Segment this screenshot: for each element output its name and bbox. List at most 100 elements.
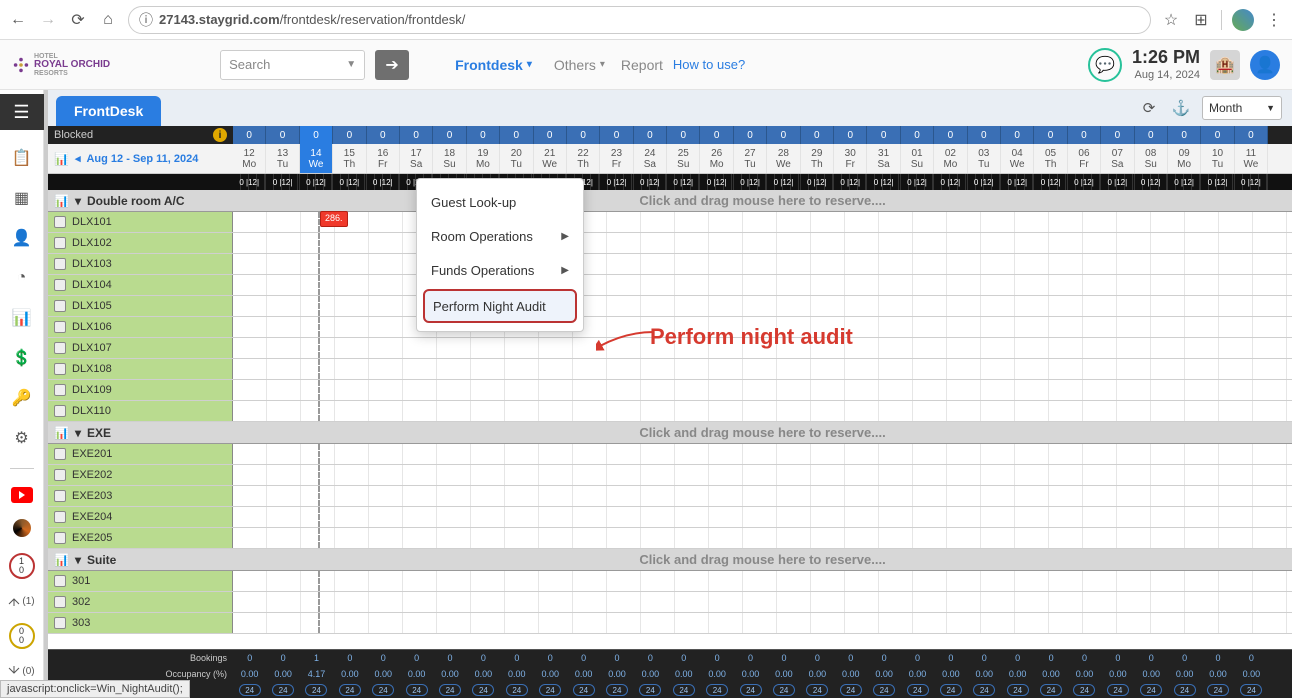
- room-timeline[interactable]: [233, 528, 1292, 548]
- date-cell[interactable]: 09Mo: [1168, 144, 1201, 173]
- reload-icon[interactable]: ⟳: [68, 10, 88, 30]
- tab-frontdesk[interactable]: FrontDesk: [56, 96, 161, 126]
- date-cell[interactable]: 25Su: [667, 144, 700, 173]
- checkbox[interactable]: [54, 363, 66, 375]
- room-label[interactable]: EXE203: [48, 486, 233, 506]
- back-icon[interactable]: ←: [8, 10, 28, 30]
- menu-howto[interactable]: How to use?: [673, 57, 745, 72]
- dropdown-item[interactable]: Perform Night Audit: [423, 289, 577, 323]
- date-cell[interactable]: 31Sa: [867, 144, 900, 173]
- room-timeline[interactable]: [233, 380, 1292, 400]
- money-icon[interactable]: 💲: [10, 346, 34, 370]
- kebab-menu-icon[interactable]: ⋮: [1264, 10, 1284, 30]
- menu-report[interactable]: Report: [621, 57, 663, 73]
- room-label[interactable]: DLX108: [48, 359, 233, 379]
- reservation-grid[interactable]: 📊▾Double room A/CClick and drag mouse he…: [48, 190, 1292, 649]
- key-icon[interactable]: 🔑: [10, 386, 34, 410]
- room-label[interactable]: DLX105: [48, 296, 233, 316]
- date-cell[interactable]: 18Su: [433, 144, 466, 173]
- arrivals-badge[interactable]: 1 0: [9, 553, 35, 579]
- checkbox[interactable]: [54, 237, 66, 249]
- checkbox[interactable]: [54, 384, 66, 396]
- menu-toggle-icon[interactable]: ☰: [0, 94, 44, 130]
- chart-icon[interactable]: 📊: [54, 152, 69, 166]
- date-cell[interactable]: 24Sa: [634, 144, 667, 173]
- date-cell[interactable]: 30Fr: [834, 144, 867, 173]
- bookmark-icon[interactable]: ☆: [1161, 10, 1181, 30]
- room-label[interactable]: EXE205: [48, 528, 233, 548]
- chevron-left-icon[interactable]: ◂: [75, 152, 81, 165]
- site-info-icon[interactable]: ⓘ: [139, 10, 153, 30]
- date-cell[interactable]: 15Th: [333, 144, 366, 173]
- room-label[interactable]: 302: [48, 592, 233, 612]
- date-cell[interactable]: 28We: [767, 144, 800, 173]
- info-icon[interactable]: i: [213, 128, 227, 142]
- extensions-icon[interactable]: ⊞: [1191, 10, 1211, 30]
- room-label[interactable]: DLX110: [48, 401, 233, 421]
- hotel-logo[interactable]: HOTEL ROYAL ORCHID RESORTS: [12, 53, 110, 77]
- checkbox[interactable]: [54, 279, 66, 291]
- dropdown-item[interactable]: Funds Operations▶: [417, 253, 583, 287]
- date-cell[interactable]: 17Sa: [400, 144, 433, 173]
- search-select[interactable]: Search ▼: [220, 50, 365, 80]
- dashboard-icon[interactable]: ▦: [10, 186, 34, 210]
- checkbox[interactable]: [54, 216, 66, 228]
- date-cell[interactable]: 08Su: [1135, 144, 1168, 173]
- date-cell[interactable]: 04We: [1001, 144, 1034, 173]
- departures-badge[interactable]: 0 0: [9, 623, 35, 649]
- dropdown-item[interactable]: Room Operations▶: [417, 219, 583, 253]
- checkbox[interactable]: [54, 617, 66, 629]
- date-cell[interactable]: 14We: [300, 144, 333, 173]
- room-timeline[interactable]: 286.: [233, 212, 1292, 232]
- menu-others[interactable]: Others ▾: [548, 50, 611, 80]
- room-timeline[interactable]: [233, 613, 1292, 633]
- collapse-icon[interactable]: ▾: [75, 553, 81, 567]
- network-icon[interactable]: ⚙: [10, 426, 34, 450]
- checkbox[interactable]: [54, 469, 66, 481]
- room-label[interactable]: EXE201: [48, 444, 233, 464]
- checkbox[interactable]: [54, 532, 66, 544]
- home-icon[interactable]: ⌂: [98, 10, 118, 30]
- room-timeline[interactable]: [233, 444, 1292, 464]
- checkbox[interactable]: [54, 490, 66, 502]
- pie-chart-icon[interactable]: ◔: [10, 266, 34, 290]
- booking-block[interactable]: 286.: [320, 211, 348, 227]
- date-cell[interactable]: 01Su: [901, 144, 934, 173]
- arrivals-count[interactable]: (1): [8, 595, 34, 607]
- view-select[interactable]: Month ▼: [1202, 96, 1282, 120]
- date-cell[interactable]: 27Tu: [734, 144, 767, 173]
- checkbox[interactable]: [54, 321, 66, 333]
- room-timeline[interactable]: [233, 571, 1292, 591]
- collapse-icon[interactable]: ▾: [75, 426, 81, 440]
- room-label[interactable]: DLX104: [48, 275, 233, 295]
- room-timeline[interactable]: [233, 465, 1292, 485]
- search-go-button[interactable]: ➔: [375, 50, 409, 80]
- room-timeline[interactable]: [233, 401, 1292, 421]
- date-cell[interactable]: 02Mo: [934, 144, 967, 173]
- room-type-header[interactable]: 📊▾EXEClick and drag mouse here to reserv…: [48, 422, 1292, 444]
- room-label[interactable]: DLX107: [48, 338, 233, 358]
- date-cell[interactable]: 11We: [1235, 144, 1268, 173]
- room-label[interactable]: 301: [48, 571, 233, 591]
- collapse-icon[interactable]: ▾: [75, 194, 81, 208]
- person-icon[interactable]: 👤: [10, 226, 34, 250]
- date-range-label[interactable]: Aug 12 - Sep 11, 2024: [86, 153, 198, 165]
- bar-chart-icon[interactable]: 📊: [10, 306, 34, 330]
- clipboard-icon[interactable]: 📋: [10, 146, 34, 170]
- room-label[interactable]: 303: [48, 613, 233, 633]
- checkbox[interactable]: [54, 405, 66, 417]
- date-cell[interactable]: 19Mo: [467, 144, 500, 173]
- date-cell[interactable]: 03Tu: [968, 144, 1001, 173]
- refresh-icon[interactable]: ⟳: [1138, 97, 1160, 119]
- room-label[interactable]: EXE204: [48, 507, 233, 527]
- room-type-header[interactable]: 📊▾SuiteClick and drag mouse here to rese…: [48, 549, 1292, 571]
- room-timeline[interactable]: [233, 254, 1292, 274]
- room-timeline[interactable]: [233, 275, 1292, 295]
- date-cell[interactable]: 21We: [534, 144, 567, 173]
- date-cell[interactable]: 07Sa: [1101, 144, 1134, 173]
- date-cell[interactable]: 29Th: [801, 144, 834, 173]
- date-cell[interactable]: 12Mo: [233, 144, 266, 173]
- room-timeline[interactable]: [233, 592, 1292, 612]
- date-cell[interactable]: 26Mo: [700, 144, 733, 173]
- room-timeline[interactable]: [233, 233, 1292, 253]
